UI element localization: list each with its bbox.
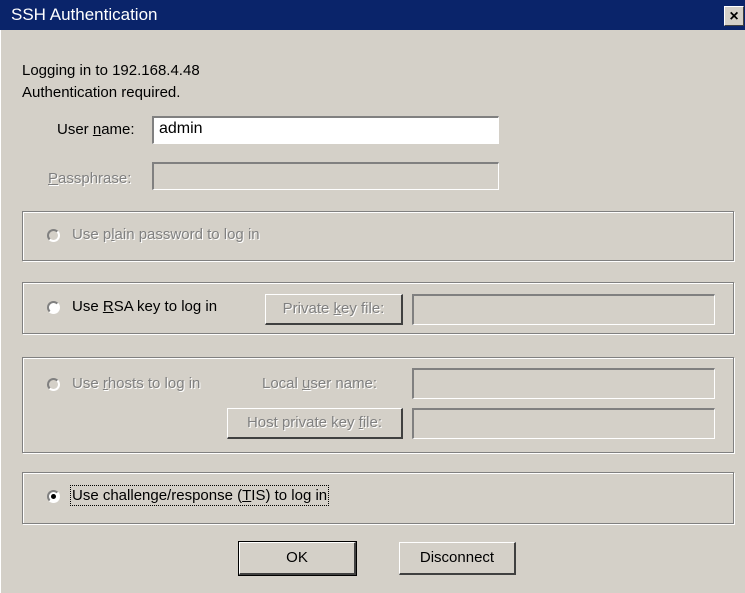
local-username-field xyxy=(412,368,715,399)
local-username-label: Local user name: xyxy=(262,375,378,392)
username-label: User name: xyxy=(57,121,135,138)
ok-button[interactable]: OK xyxy=(238,541,357,576)
tis-label[interactable]: Use challenge/response (TIS) to log in xyxy=(69,485,330,506)
window-frame-left xyxy=(0,30,3,593)
plain-password-label: Use plain password to log in xyxy=(72,226,260,243)
passphrase-field xyxy=(152,162,499,190)
passphrase-label: Passphrase: xyxy=(48,170,132,187)
username-field[interactable]: admin xyxy=(152,116,499,144)
close-icon[interactable]: × xyxy=(724,6,744,26)
window-title: SSH Authentication xyxy=(11,5,158,24)
title-bar: SSH Authentication × xyxy=(0,0,745,30)
host-key-file-field xyxy=(412,408,715,439)
rsa-key-label[interactable]: Use RSA key to log in xyxy=(72,298,217,315)
disconnect-button[interactable]: Disconnect xyxy=(399,542,516,575)
plain-password-radio xyxy=(47,229,60,242)
host-private-key-file-button: Host private key file: xyxy=(227,408,403,439)
rhosts-radio xyxy=(47,378,60,391)
login-target-text: Logging in to 192.168.4.48 xyxy=(22,62,200,79)
tis-radio[interactable] xyxy=(47,490,60,503)
radio-selected-dot xyxy=(51,494,56,499)
rsa-key-radio[interactable] xyxy=(47,301,60,314)
rsa-key-file-field xyxy=(412,294,715,325)
rhosts-label: Use rhosts to log in xyxy=(72,375,201,392)
private-key-file-button: Private key file: xyxy=(265,294,403,325)
auth-required-text: Authentication required. xyxy=(22,84,181,101)
